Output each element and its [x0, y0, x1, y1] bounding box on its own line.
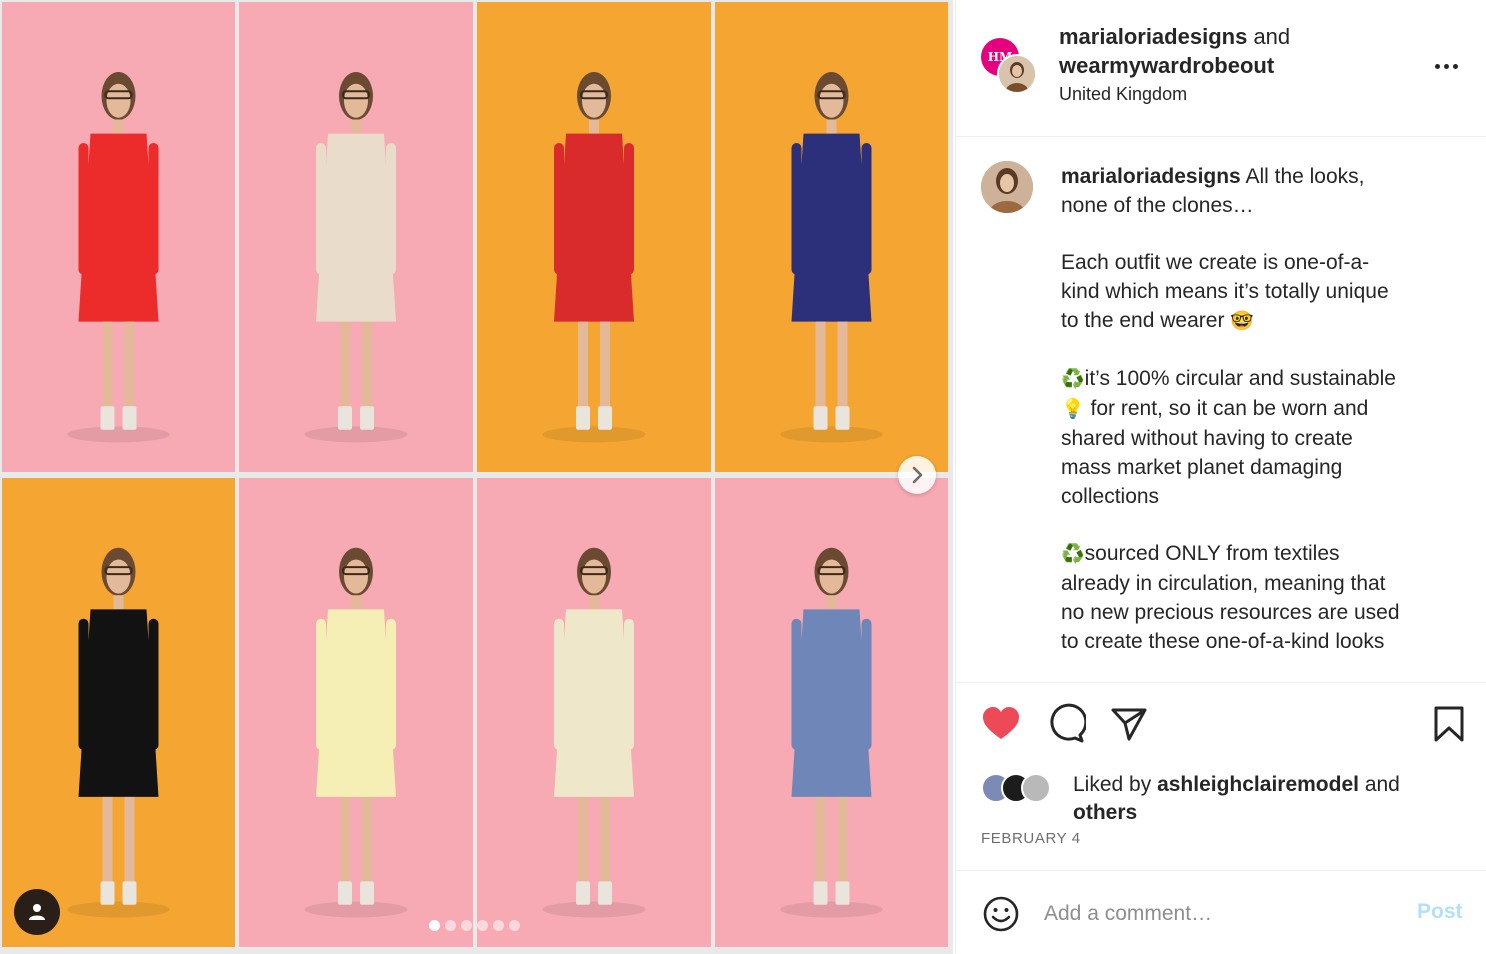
- caption-section: marialoriadesigns All the looks, none of…: [956, 137, 1486, 682]
- comment-input[interactable]: [1044, 897, 1404, 931]
- media-photo: [239, 478, 473, 947]
- share-icon: [1111, 708, 1147, 741]
- post-comment-button[interactable]: Post: [1417, 900, 1463, 924]
- media-photo: [715, 478, 948, 947]
- post-header: HM marialoriadesigns and wearmywardrobeo…: [956, 0, 1486, 137]
- avatar[interactable]: [981, 161, 1033, 213]
- avatar: [1021, 773, 1051, 803]
- carousel-next-button[interactable]: [898, 456, 936, 494]
- avatar: [997, 54, 1037, 94]
- liker-avatars: [981, 773, 1063, 807]
- post-side-panel: HM marialoriadesigns and wearmywardrobeo…: [955, 0, 1486, 954]
- share-button[interactable]: [1108, 703, 1150, 745]
- emoji-icon: [983, 896, 1019, 932]
- caption-text: marialoriadesigns All the looks, none of…: [1061, 165, 1400, 653]
- comment-composer: Post: [956, 870, 1486, 954]
- media-photo: [2, 2, 235, 472]
- like-button[interactable]: [980, 703, 1022, 745]
- author-conjunction: and: [1253, 24, 1291, 49]
- user-tags-button[interactable]: [14, 889, 60, 935]
- carousel-dot: [445, 920, 456, 931]
- carousel-indicator: [429, 920, 520, 931]
- save-button[interactable]: [1428, 703, 1470, 745]
- media-photo: [239, 2, 473, 472]
- comment-button[interactable]: [1044, 703, 1088, 745]
- post-actions: Liked by ashleighclairemodel and others …: [956, 682, 1486, 870]
- post-location[interactable]: United Kingdom: [1059, 84, 1187, 105]
- liker-link[interactable]: ashleighclairemodel: [1157, 773, 1359, 796]
- caption-author-link[interactable]: marialoriadesigns: [1061, 165, 1241, 188]
- emoji-picker-button[interactable]: [982, 895, 1020, 933]
- post-media-carousel[interactable]: [0, 0, 953, 954]
- media-photo: [477, 2, 711, 472]
- user-tag-icon: [29, 904, 45, 920]
- comment-icon: [1050, 703, 1088, 743]
- likes-others-link[interactable]: others: [1073, 801, 1137, 824]
- carousel-dot: [461, 920, 472, 931]
- chevron-right-icon: [912, 466, 923, 484]
- author-link[interactable]: marialoriadesigns: [1059, 24, 1247, 49]
- nerd-face-emoji: 🤓: [1230, 310, 1254, 332]
- coauthor-link[interactable]: wearmywardrobeout: [1059, 53, 1274, 78]
- post-timestamp[interactable]: FEBRUARY 4: [981, 830, 1081, 847]
- carousel-dot: [493, 920, 504, 931]
- carousel-dot: [509, 920, 520, 931]
- media-photo: [2, 478, 235, 947]
- more-options-button[interactable]: [1428, 54, 1464, 78]
- carousel-dot: [429, 920, 440, 931]
- collab-avatars[interactable]: HM: [981, 38, 1037, 94]
- media-photo: [477, 478, 711, 947]
- carousel-dot: [477, 920, 488, 931]
- more-icon: [1434, 63, 1440, 69]
- recycle-emoji: ♻️: [1061, 368, 1085, 390]
- post-authors: marialoriadesigns and wearmywardrobeout: [1059, 22, 1389, 80]
- recycle-emoji: ♻️: [1061, 543, 1085, 565]
- media-photo: [715, 2, 948, 472]
- lightbulb-emoji: 💡: [1061, 398, 1085, 420]
- likes-text: Liked by ashleighclairemodel and others: [1073, 773, 1400, 824]
- bookmark-icon: [1434, 706, 1464, 742]
- heart-icon: [983, 707, 1019, 739]
